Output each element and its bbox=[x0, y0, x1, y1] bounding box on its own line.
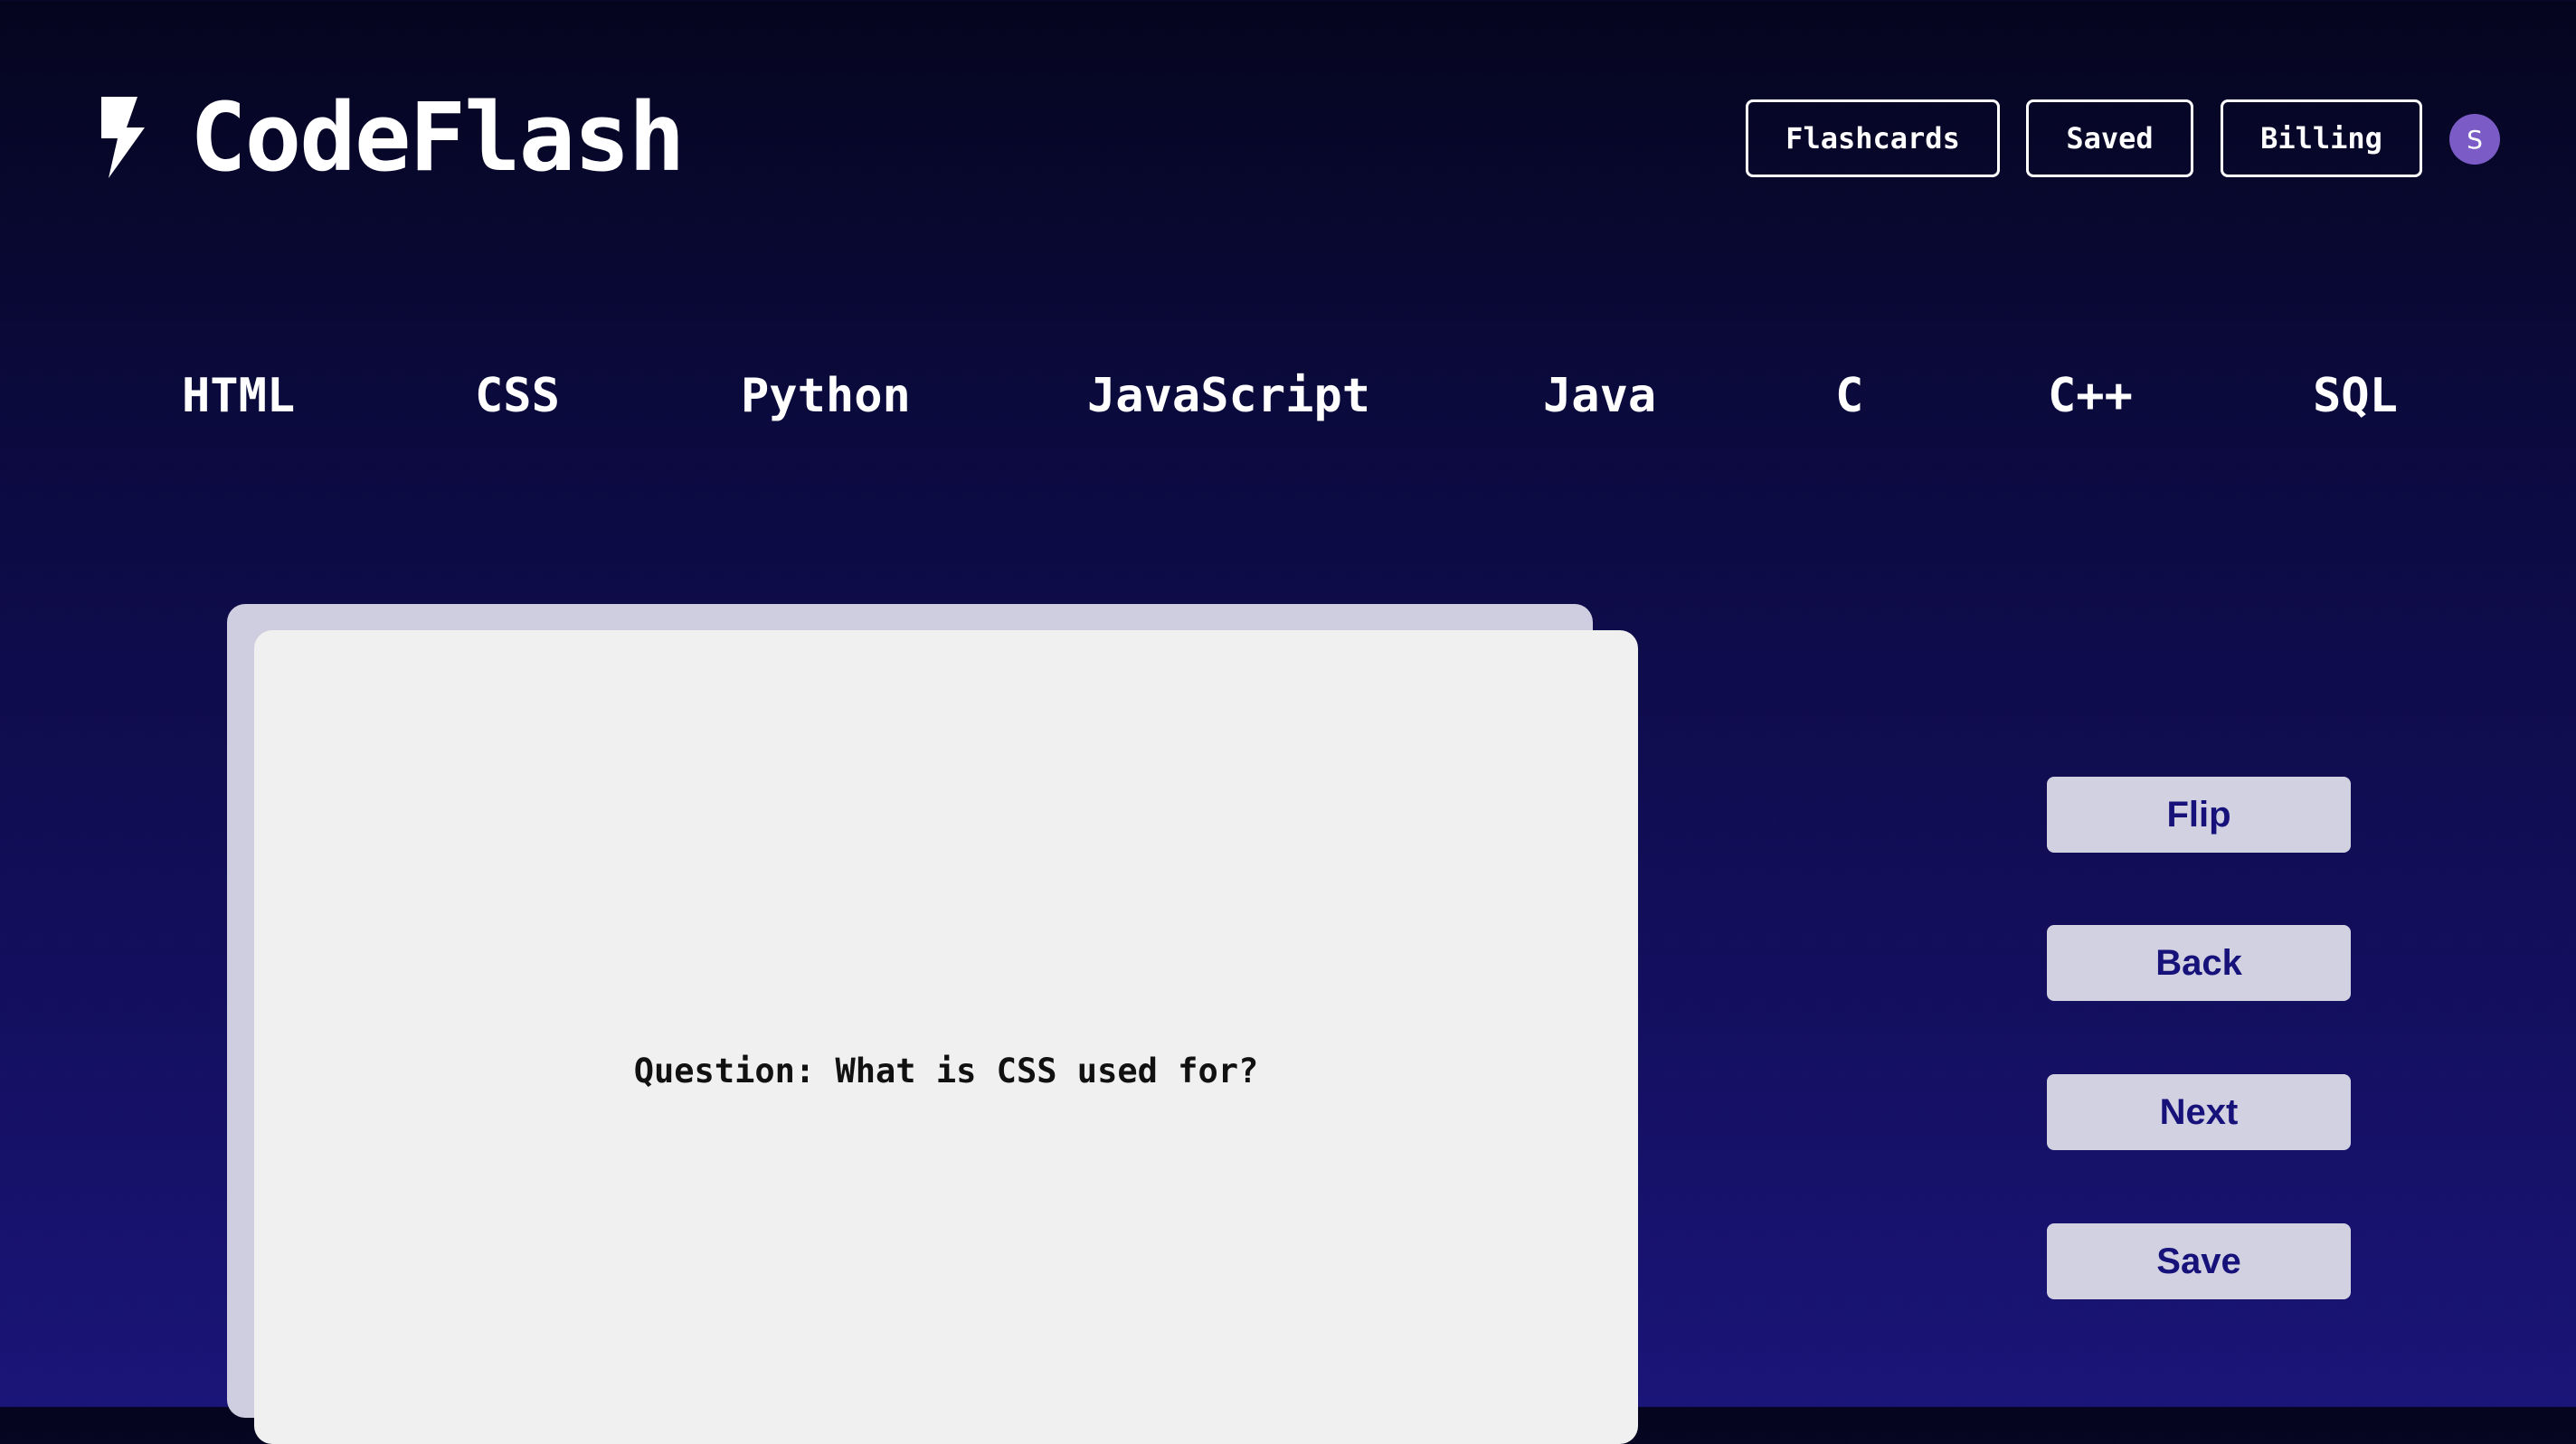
nav-billing-button[interactable]: Billing bbox=[2221, 99, 2422, 177]
language-tab-cpp[interactable]: C++ bbox=[2048, 363, 2133, 429]
language-tab-python[interactable]: Python bbox=[741, 363, 911, 429]
avatar[interactable]: S bbox=[2449, 114, 2500, 165]
flip-button[interactable]: Flip bbox=[2047, 777, 2351, 853]
app-name: CodeFlash bbox=[190, 82, 686, 193]
language-tab-javascript[interactable]: JavaScript bbox=[1087, 363, 1370, 429]
save-button[interactable]: Save bbox=[2047, 1223, 2351, 1299]
back-button[interactable]: Back bbox=[2047, 925, 2351, 1001]
nav-flashcards-button[interactable]: Flashcards bbox=[1746, 99, 2000, 177]
language-tab-c[interactable]: C bbox=[1835, 363, 1863, 429]
lightning-bolt-icon bbox=[101, 97, 145, 178]
flashcard[interactable]: Question: What is CSS used for? bbox=[254, 630, 1638, 1444]
language-tab-css[interactable]: CSS bbox=[475, 363, 560, 429]
language-tab-sql[interactable]: SQL bbox=[2313, 363, 2398, 429]
next-button[interactable]: Next bbox=[2047, 1074, 2351, 1150]
app-logo[interactable]: CodeFlash bbox=[98, 82, 686, 193]
nav-saved-button[interactable]: Saved bbox=[2026, 99, 2193, 177]
language-tab-java[interactable]: Java bbox=[1543, 363, 1656, 429]
language-tab-html[interactable]: HTML bbox=[182, 363, 295, 429]
flashcard-question: Question: What is CSS used for? bbox=[633, 1052, 1259, 1090]
